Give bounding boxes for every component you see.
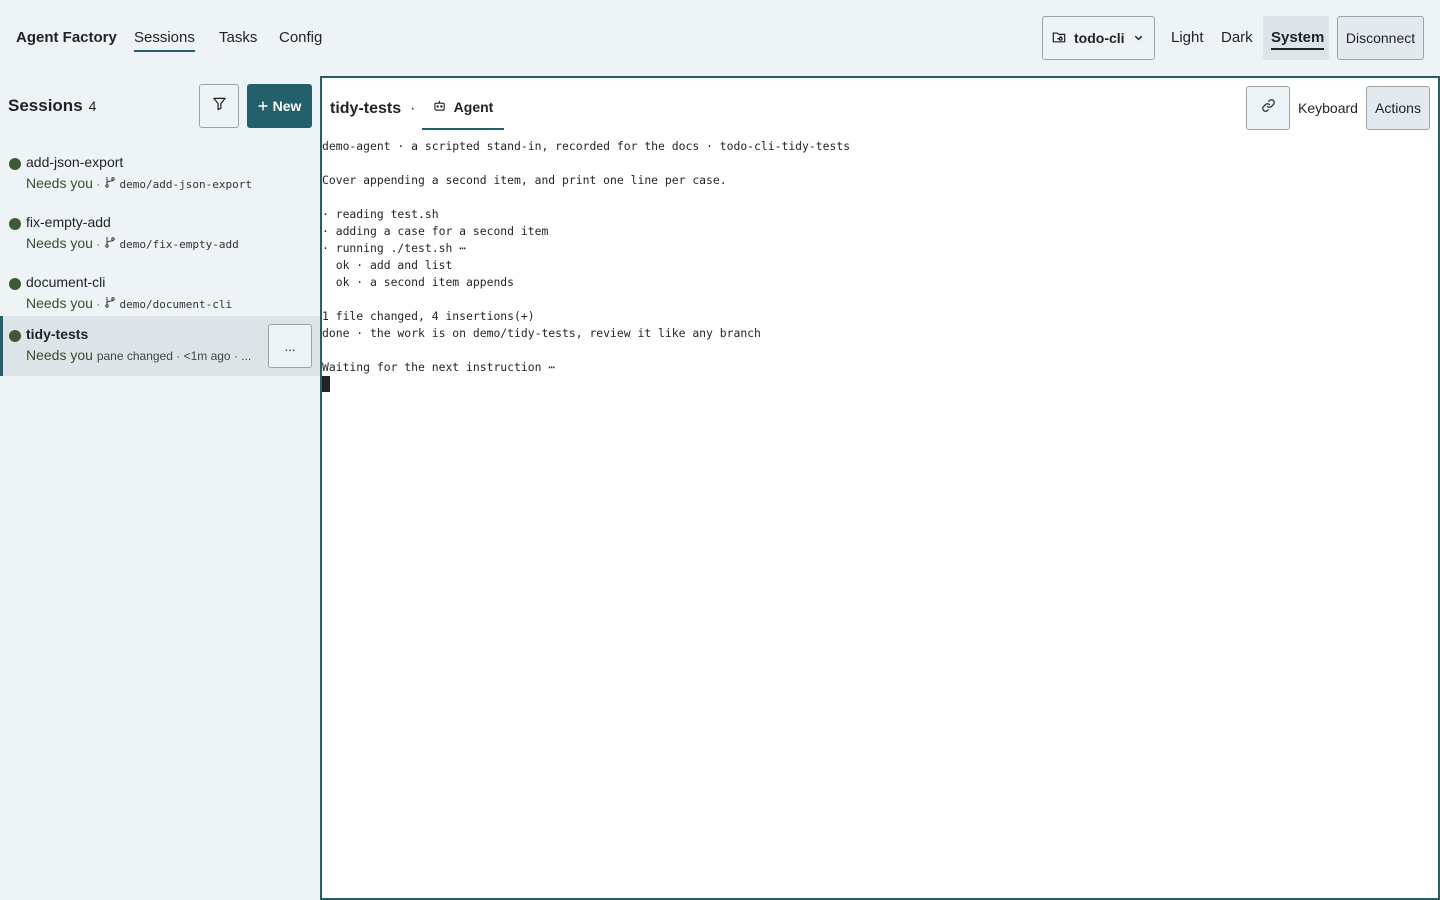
filter-button[interactable] — [199, 84, 239, 128]
session-status: Needs you — [26, 295, 93, 311]
new-session-label: New — [272, 98, 302, 114]
pane-title: tidy-tests — [330, 100, 402, 117]
project-label: todo-cli — [1074, 30, 1125, 46]
session-subtitle: Needs you · demo/fix-empty-add — [26, 235, 239, 251]
link-icon — [1261, 98, 1276, 118]
status-dot — [9, 158, 21, 170]
session-item-fix-empty-add[interactable]: fix-empty-add Needs you · demo/fix-empty… — [0, 204, 320, 264]
top-bar: Agent Factory Sessions Tasks Config todo… — [0, 0, 1440, 76]
git-branch-icon — [104, 295, 116, 311]
separator-dot: · — [92, 297, 104, 311]
sessions-title: Sessions — [8, 96, 83, 115]
session-item-document-cli[interactable]: document-cli Needs you · demo/document-c… — [0, 264, 320, 324]
status-dot — [9, 278, 21, 290]
session-meta: pane changed · <1m ago · ... — [96, 349, 252, 363]
terminal-cursor — [322, 376, 330, 392]
session-status: Needs you — [26, 347, 93, 363]
session-item-tidy-tests[interactable]: tidy-tests Needs you pane changed · <1m … — [0, 316, 320, 376]
copy-link-button[interactable] — [1246, 86, 1290, 130]
nav-sessions[interactable]: Sessions — [134, 29, 195, 52]
session-item-add-json-export[interactable]: add-json-export Needs you · demo/add-jso… — [0, 144, 320, 204]
terminal-line: Cover appending a second item, and print… — [322, 173, 727, 187]
disconnect-button[interactable]: Disconnect — [1337, 16, 1424, 60]
separator-dot: · — [92, 177, 104, 191]
session-branch: demo/add-json-export — [119, 178, 252, 191]
terminal-line: 1 file changed, 4 insertions(+) — [322, 309, 535, 323]
filter-icon — [212, 96, 227, 116]
chevron-down-icon — [1133, 30, 1144, 46]
sessions-sidebar: Sessions 4 New add-json-export Needs you … — [0, 76, 320, 900]
terminal-output[interactable]: demo-agent · a scripted stand-in, record… — [322, 138, 1438, 838]
separator-dot: · — [92, 237, 104, 251]
project-selector[interactable]: todo-cli — [1042, 16, 1155, 60]
terminal-line: ok · add and list — [322, 258, 453, 272]
session-branch: demo/document-cli — [119, 298, 233, 311]
session-branch: demo/fix-empty-add — [119, 238, 239, 251]
session-subtitle: Needs you · demo/add-json-export — [26, 175, 252, 191]
nav-config[interactable]: Config — [279, 29, 322, 46]
robot-icon — [433, 99, 446, 115]
session-status: Needs you — [26, 235, 93, 251]
session-name: fix-empty-add — [26, 214, 111, 230]
terminal-line: done · the work is on demo/tidy-tests, r… — [322, 326, 761, 340]
folder-git-icon — [1052, 30, 1066, 47]
terminal-line: · reading test.sh — [322, 207, 439, 221]
nav-tasks[interactable]: Tasks — [219, 29, 257, 46]
sessions-heading: Sessions 4 — [8, 96, 96, 116]
plus-icon — [258, 98, 268, 114]
terminal-line: · adding a case for a second item — [322, 224, 549, 238]
session-status: Needs you — [26, 175, 93, 191]
session-subtitle: Needs you · demo/document-cli — [26, 295, 232, 311]
actions-button[interactable]: Actions — [1366, 86, 1430, 130]
brand-title: Agent Factory — [16, 29, 117, 46]
session-pane: tidy-tests · Agent Keyboard Actions demo… — [320, 76, 1440, 900]
theme-dark-button[interactable]: Dark — [1221, 29, 1253, 46]
session-name: tidy-tests — [26, 326, 89, 342]
terminal-line: · running ./test.sh ⋯ — [322, 241, 467, 255]
git-branch-icon — [104, 235, 116, 251]
terminal-line: demo-agent · a scripted stand-in, record… — [322, 139, 851, 153]
session-name: add-json-export — [26, 154, 124, 170]
tab-agent[interactable]: Agent — [422, 86, 504, 130]
theme-system-button[interactable]: System — [1271, 29, 1325, 50]
tab-agent-label: Agent — [453, 99, 494, 115]
status-dot — [9, 330, 21, 342]
terminal-line: Waiting for the next instruction ⋯ — [322, 360, 556, 374]
sessions-count: 4 — [88, 98, 97, 114]
title-separator: · — [410, 100, 416, 117]
terminal-line: ok · a second item appends — [322, 275, 515, 289]
new-session-button[interactable]: New — [247, 84, 312, 128]
keyboard-button[interactable]: Keyboard — [1298, 100, 1358, 116]
theme-light-button[interactable]: Light — [1171, 29, 1204, 46]
session-name: document-cli — [26, 274, 106, 290]
status-dot — [9, 218, 21, 230]
git-branch-icon — [104, 175, 116, 191]
session-subtitle: Needs you pane changed · <1m ago · ... — [26, 347, 251, 363]
session-more-button[interactable]: ... — [268, 324, 312, 368]
